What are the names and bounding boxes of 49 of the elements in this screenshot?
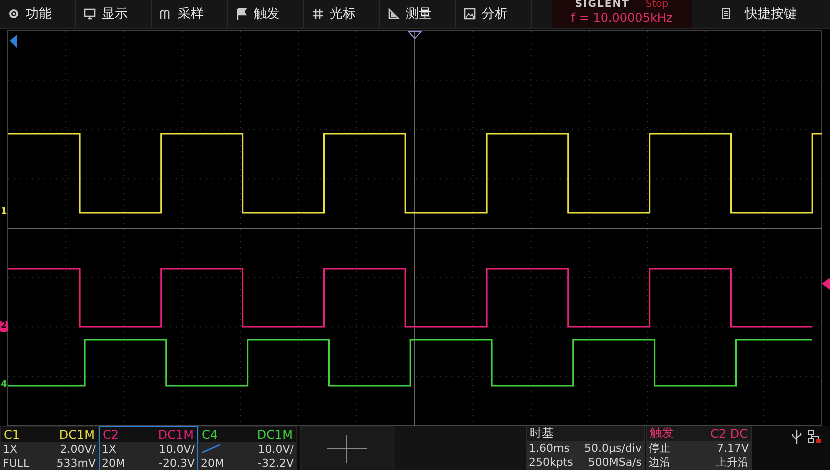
volt-scale: 2.00V/	[60, 442, 96, 456]
delay-value: 1.60ms	[529, 442, 570, 454]
trigger-source: C2 DC	[710, 426, 748, 440]
bandwidth-label: 20M	[102, 456, 126, 470]
monitor-icon	[84, 8, 96, 20]
panel-title: 触发	[650, 425, 674, 442]
usb-icon	[792, 430, 802, 444]
coupling-label: DC1M	[59, 428, 95, 442]
offset-value: 533mV	[56, 456, 96, 470]
trigger-state: 停止	[649, 440, 671, 456]
probe-label: 1X	[102, 442, 117, 456]
offset-value: -20.3V	[159, 456, 195, 470]
channel-panel[interactable]: C4 DC1M 10.0V/ 20M -32.2V	[198, 426, 297, 470]
channel-panel[interactable]: C1 DC1M 1X 2.00V/ FULL 533mV	[0, 426, 99, 470]
crosshair-icon[interactable]	[327, 434, 367, 462]
list-icon	[722, 8, 731, 20]
trigger-delay-icon	[408, 32, 422, 40]
channel-marker: 2	[0, 321, 8, 332]
sample-icon	[160, 8, 172, 20]
slope-icon	[201, 444, 221, 454]
channel-name: C2	[103, 428, 120, 442]
volt-scale: 10.0V/	[258, 442, 294, 456]
bandwidth-label: FULL	[3, 456, 30, 470]
volt-scale: 10.0V/	[159, 442, 195, 456]
coupling-label: DC1M	[257, 428, 293, 442]
trigger-type: 边沿	[649, 454, 671, 470]
gear-icon	[8, 8, 20, 20]
memory-depth: 250kpts	[529, 456, 574, 468]
ruler-icon	[388, 8, 400, 20]
time-scale: 50.0μs/div	[584, 442, 642, 454]
trigger-slope: 上升沿	[716, 454, 749, 470]
cursor-icon	[312, 8, 324, 20]
offset-value: -32.2V	[258, 456, 294, 470]
bandwidth-label: 20M	[201, 456, 224, 470]
channel-marker: 4	[0, 380, 8, 391]
channel-marker: 1	[0, 207, 8, 218]
channel-name: C1	[4, 428, 20, 442]
sample-rate: 500MSa/s	[588, 456, 642, 468]
frequency-readout: f = 10.00005kHz	[571, 11, 673, 26]
flag-icon	[236, 8, 248, 20]
trigger-position-icon	[10, 35, 17, 48]
coupling-label: DC1M	[158, 428, 194, 442]
trigger-level: 7.17V	[716, 442, 749, 454]
probe-label: 1X	[3, 442, 18, 456]
image-icon	[464, 8, 476, 20]
channel-panel[interactable]: C2 DC1M 1X 10.0V/ 20M -20.3V	[99, 426, 198, 470]
channel-name: C4	[202, 428, 218, 442]
panel-title: 时基	[530, 425, 554, 442]
network-icon	[808, 430, 822, 444]
